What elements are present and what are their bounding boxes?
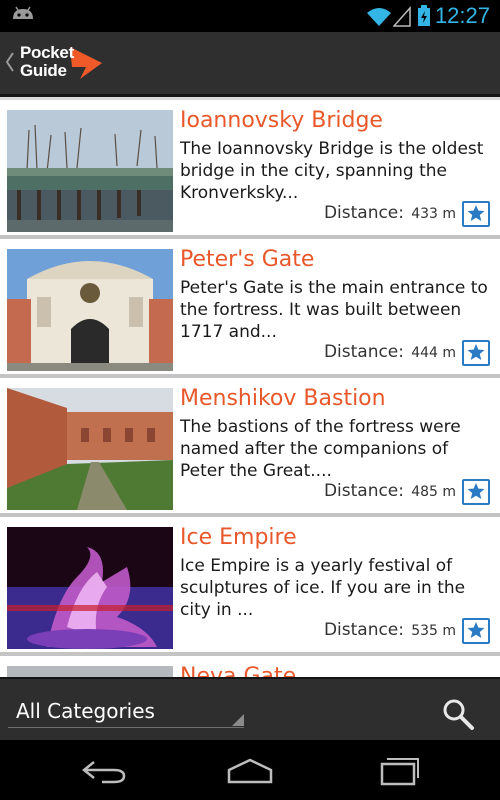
home-icon[interactable]	[225, 756, 275, 786]
category-selected-label: All Categories	[16, 699, 155, 723]
recent-apps-icon[interactable]	[372, 756, 422, 786]
distance-label: Distance:	[323, 620, 404, 640]
app-logo[interactable]: Pocket Guide	[16, 41, 106, 87]
place-description: The bastions of the fortress were named …	[180, 417, 461, 481]
wifi-icon	[367, 8, 391, 26]
list-item[interactable]: Peter's Gate Peter's Gate is the main en…	[0, 239, 500, 378]
system-nav-bar	[0, 740, 500, 800]
distance-value: 485 m	[411, 484, 456, 500]
place-list[interactable]: Ioannovsky Bridge The Ioannovsky Bridge …	[0, 97, 500, 677]
favorite-button[interactable]	[462, 479, 490, 505]
favorite-button[interactable]	[462, 201, 490, 227]
logo-text-line1: Pocket	[20, 43, 74, 62]
distance-value: 433 m	[411, 206, 456, 222]
place-photo	[7, 527, 173, 649]
dropdown-triangle-icon	[232, 714, 244, 726]
place-title[interactable]: Menshikov Bastion	[180, 386, 386, 411]
star-icon	[467, 483, 485, 499]
clock: 12:27	[434, 3, 490, 28]
logo-text-line2: Guide	[20, 61, 67, 80]
list-item[interactable]: Neva Gate	[0, 656, 500, 677]
place-photo	[7, 249, 173, 371]
signal-icon	[393, 6, 411, 27]
chevron-left-icon[interactable]	[4, 47, 16, 77]
place-photo	[7, 388, 173, 510]
place-description: Ice Empire is a yearly festival of sculp…	[180, 556, 466, 620]
android-icon	[13, 6, 33, 19]
favorite-button[interactable]	[462, 340, 490, 366]
favorite-button[interactable]	[462, 618, 490, 644]
place-title[interactable]: Ice Empire	[180, 525, 297, 550]
distance-value: 535 m	[411, 623, 456, 639]
star-icon	[467, 344, 485, 360]
action-bar: Pocket Guide	[0, 32, 500, 97]
status-bar: 12:27	[0, 0, 500, 32]
distance-label: Distance:	[323, 342, 404, 362]
distance-label: Distance:	[323, 203, 404, 223]
distance-value: 444 m	[411, 345, 456, 361]
search-icon[interactable]	[441, 697, 475, 731]
category-bar: All Categories	[0, 677, 500, 742]
category-spinner[interactable]: All Categories	[8, 693, 244, 728]
distance-label: Distance:	[323, 481, 404, 501]
battery-icon	[418, 5, 430, 26]
place-title[interactable]: Neva Gate	[180, 664, 296, 677]
star-icon	[467, 205, 485, 221]
place-description: Peter's Gate is the main entrance to the…	[180, 278, 488, 342]
place-description: The Ioannovsky Bridge is the oldest brid…	[180, 139, 484, 203]
list-item[interactable]: Ice Empire Ice Empire is a yearly festiv…	[0, 517, 500, 656]
list-item[interactable]: Ioannovsky Bridge The Ioannovsky Bridge …	[0, 100, 500, 239]
place-photo	[7, 666, 173, 677]
place-photo	[7, 110, 173, 232]
star-icon	[467, 622, 485, 638]
back-icon[interactable]	[80, 756, 130, 786]
list-item[interactable]: Menshikov Bastion The bastions of the fo…	[0, 378, 500, 517]
place-title[interactable]: Ioannovsky Bridge	[180, 108, 383, 133]
place-title[interactable]: Peter's Gate	[180, 247, 314, 272]
